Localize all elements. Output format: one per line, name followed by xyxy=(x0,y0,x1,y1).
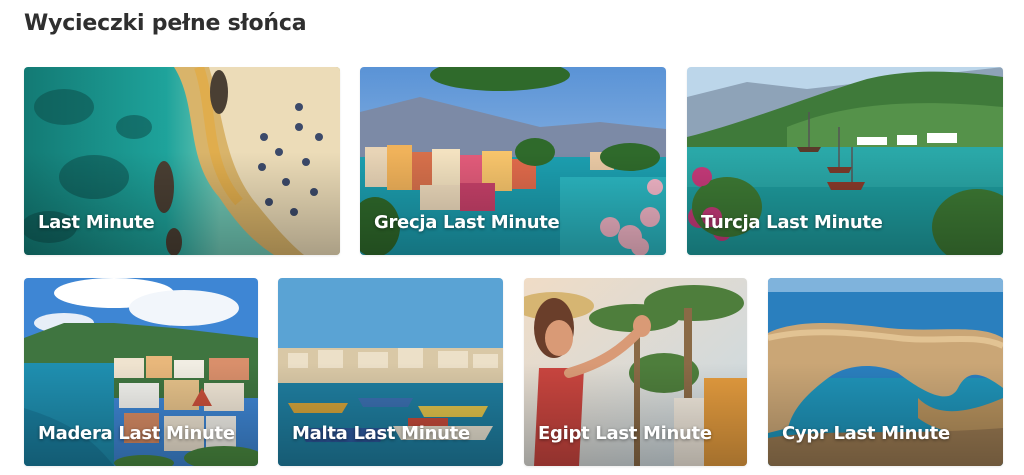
card-label: Madera Last Minute xyxy=(38,423,235,444)
card-label: Cypr Last Minute xyxy=(782,423,950,444)
destination-card-egipt[interactable]: Egipt Last Minute xyxy=(524,278,747,466)
section-title: Wycieczki pełne słońca xyxy=(24,11,307,36)
destination-card-malta[interactable]: Malta Last Minute xyxy=(278,278,503,466)
destination-card-madera[interactable]: Madera Last Minute xyxy=(24,278,258,466)
card-label: Last Minute xyxy=(38,212,155,233)
destination-card-grecja[interactable]: Grecja Last Minute xyxy=(360,67,666,255)
destination-card-last-minute[interactable]: Last Minute xyxy=(24,67,340,255)
card-label: Egipt Last Minute xyxy=(538,423,712,444)
card-label: Malta Last Minute xyxy=(292,423,470,444)
card-label: Grecja Last Minute xyxy=(374,212,560,233)
destination-card-turcja[interactable]: Turcja Last Minute xyxy=(687,67,1003,255)
card-label: Turcja Last Minute xyxy=(701,212,883,233)
destination-card-cypr[interactable]: Cypr Last Minute xyxy=(768,278,1003,466)
